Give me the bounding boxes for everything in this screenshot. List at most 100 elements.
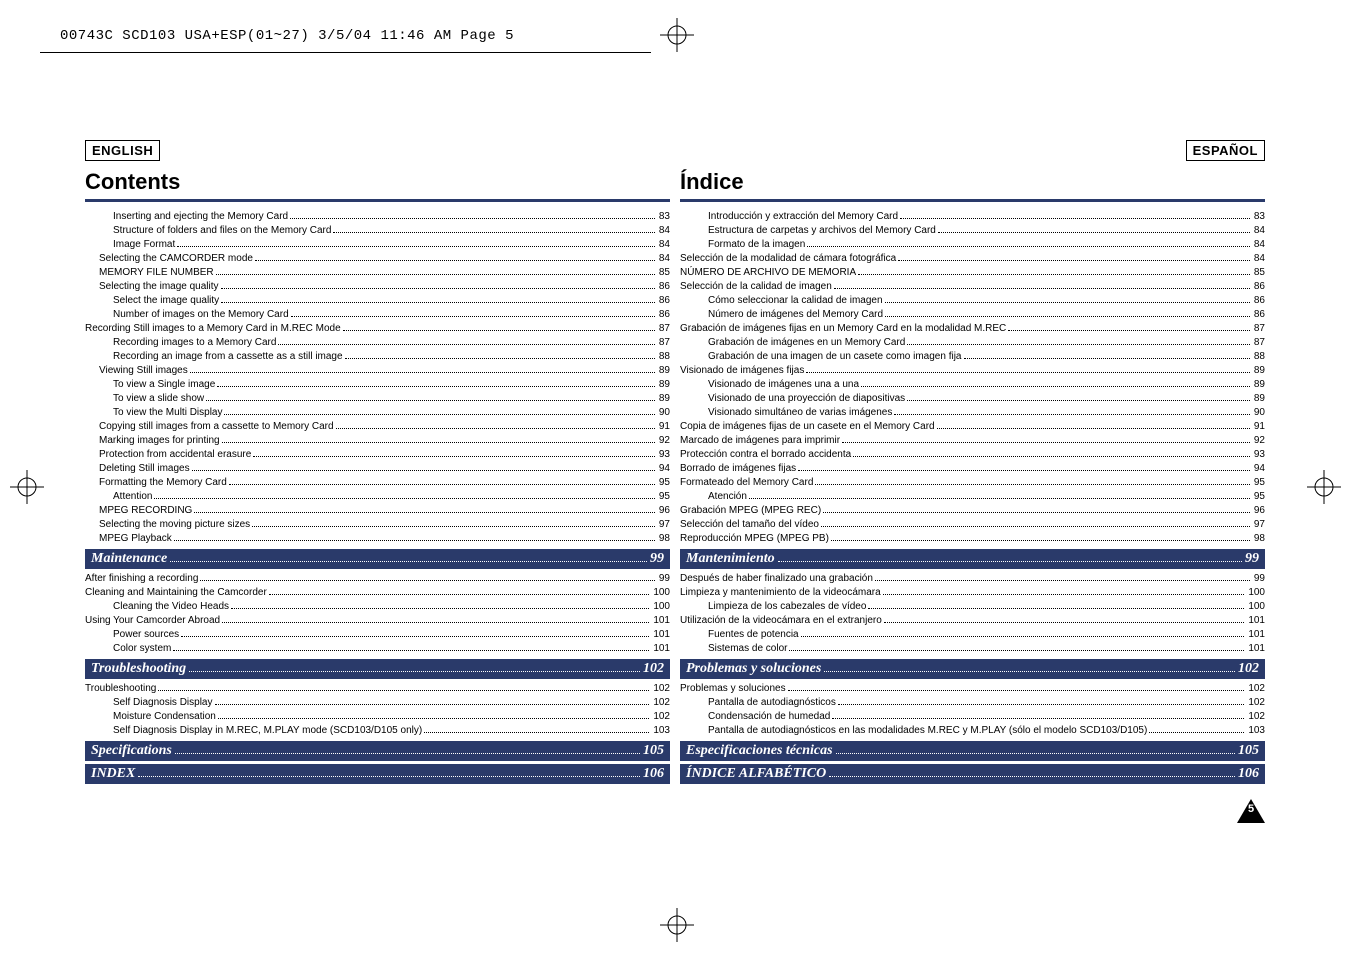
section-heading-bar: Troubleshooting102 [85, 659, 670, 679]
toc-leader-dots [278, 344, 654, 345]
toc-entries-section: Problemas y soluciones102Pantalla de aut… [680, 682, 1265, 738]
toc-label: Problemas y soluciones [680, 682, 786, 696]
toc-leader-dots [832, 718, 1244, 719]
toc-row: Visionado simultáneo de varias imágenes9… [680, 406, 1265, 420]
toc-row: Selección de la calidad de imagen86 [680, 280, 1265, 294]
toc-page-number: 98 [657, 532, 670, 546]
toc-label: Power sources [113, 628, 179, 642]
toc-label: Deleting Still images [99, 462, 190, 476]
toc-label: Introducción y extracción del Memory Car… [708, 210, 898, 224]
toc-leader-dots [216, 274, 655, 275]
toc-leader-dots [158, 690, 649, 691]
toc-page-number: 101 [1246, 614, 1265, 628]
toc-page-number: 84 [1252, 238, 1265, 252]
toc-label: Número de imágenes del Memory Card [708, 308, 883, 322]
toc-page-number: 97 [657, 518, 670, 532]
toc-leader-dots [907, 344, 1250, 345]
toc-leader-dots [194, 512, 655, 513]
toc-page-number: 101 [1246, 642, 1265, 656]
toc-row: Problemas y soluciones102 [680, 682, 1265, 696]
toc-leader-dots [221, 302, 655, 303]
toc-label: Grabación de imágenes fijas en un Memory… [680, 322, 1006, 336]
toc-label: MPEG Playback [99, 532, 172, 546]
toc-page-number: 94 [657, 462, 670, 476]
section-heading-bar: INDEX106 [85, 764, 670, 784]
toc-page-number: 89 [1252, 378, 1265, 392]
section-title: Mantenimiento [686, 551, 775, 567]
toc-label: Grabación de imágenes en un Memory Card [708, 336, 905, 350]
toc-label: Number of images on the Memory Card [113, 308, 289, 322]
contents-heading: Contents [85, 169, 670, 202]
section-heading-bar: Problemas y soluciones102 [680, 659, 1265, 679]
toc-label: Sistemas de color [708, 642, 787, 656]
toc-row: Grabación de imágenes en un Memory Card8… [680, 336, 1265, 350]
toc-page-number: 102 [651, 710, 670, 724]
toc-page-number: 103 [1246, 724, 1265, 738]
toc-leader-dots [883, 594, 1245, 595]
toc-page-number: 84 [657, 238, 670, 252]
registration-mark-bottom [660, 908, 694, 942]
toc-label: Moisture Condensation [113, 710, 216, 724]
section-title: Specifications [91, 743, 172, 759]
toc-label: Condensación de humedad [708, 710, 830, 724]
toc-page-number: 89 [1252, 392, 1265, 406]
toc-label: Color system [113, 642, 171, 656]
toc-page-number: 102 [651, 682, 670, 696]
toc-row: Pantalla de autodiagnósticos en las moda… [680, 724, 1265, 738]
toc-page-number: 83 [1252, 210, 1265, 224]
section-heading-bar: ÍNDICE ALFABÉTICO106 [680, 764, 1265, 784]
toc-page-number: 87 [1252, 322, 1265, 336]
toc-page-number: 86 [657, 294, 670, 308]
toc-leader-dots [253, 456, 655, 457]
section-heading-bar: Especificaciones técnicas105 [680, 741, 1265, 761]
toc-leader-dots [218, 718, 649, 719]
toc-leader-dots [937, 428, 1250, 429]
toc-label: Grabación MPEG (MPEG REC) [680, 504, 821, 518]
toc-entries-section: After finishing a recording99Cleaning an… [85, 572, 670, 656]
toc-label: Cómo seleccionar la calidad de imagen [708, 294, 883, 308]
toc-label: Inserting and ejecting the Memory Card [113, 210, 288, 224]
toc-page-number: 83 [657, 210, 670, 224]
toc-label: Recording Still images to a Memory Card … [85, 322, 341, 336]
toc-leader-dots [907, 400, 1250, 401]
toc-row: Recording Still images to a Memory Card … [85, 322, 670, 336]
toc-label: Formato de la imagen [708, 238, 805, 252]
toc-leader-dots [290, 218, 655, 219]
section-leader-dots [836, 753, 1235, 754]
toc-label: Estructura de carpetas y archivos del Me… [708, 224, 936, 238]
toc-page-number: 88 [657, 350, 670, 364]
toc-leader-dots [831, 540, 1250, 541]
toc-leader-dots [1008, 330, 1250, 331]
toc-leader-dots [875, 580, 1250, 581]
toc-leader-dots [834, 288, 1250, 289]
toc-label: Utilización de la videocámara en el extr… [680, 614, 882, 628]
toc-leader-dots [842, 442, 1250, 443]
toc-page-number: 98 [1252, 532, 1265, 546]
toc-label: Grabación de una imagen de un casete com… [708, 350, 962, 364]
toc-row: MPEG RECORDING96 [85, 504, 670, 518]
toc-leader-dots [938, 232, 1250, 233]
toc-label: Pantalla de autodiagnósticos [708, 696, 836, 710]
toc-page-number: 91 [657, 420, 670, 434]
section-page-number: 102 [643, 661, 664, 677]
toc-label: Limpieza y mantenimiento de la videocáma… [680, 586, 881, 600]
toc-row: Reproducción MPEG (MPEG PB)98 [680, 532, 1265, 546]
toc-leader-dots [806, 372, 1250, 373]
toc-row: Selecting the moving picture sizes97 [85, 518, 670, 532]
toc-page-number: 96 [657, 504, 670, 518]
toc-entries-left: Inserting and ejecting the Memory Card 83… [85, 210, 670, 546]
toc-row: Número de imágenes del Memory Card86 [680, 308, 1265, 322]
language-label-spanish: ESPAÑOL [1186, 140, 1265, 161]
toc-page-number: 101 [651, 614, 670, 628]
toc-leader-dots [798, 470, 1250, 471]
toc-leader-dots [964, 358, 1250, 359]
toc-page-number: 84 [1252, 224, 1265, 238]
toc-row: Select the image quality86 [85, 294, 670, 308]
toc-row: Formateado del Memory Card95 [680, 476, 1265, 490]
toc-row: Moisture Condensation 102 [85, 710, 670, 724]
toc-row: Selecting the image quality86 [85, 280, 670, 294]
toc-leader-dots [898, 260, 1250, 261]
toc-page-number: 86 [1252, 294, 1265, 308]
page-spread: ENGLISH Contents Inserting and ejecting … [85, 70, 1265, 787]
toc-page-number: 97 [1252, 518, 1265, 532]
